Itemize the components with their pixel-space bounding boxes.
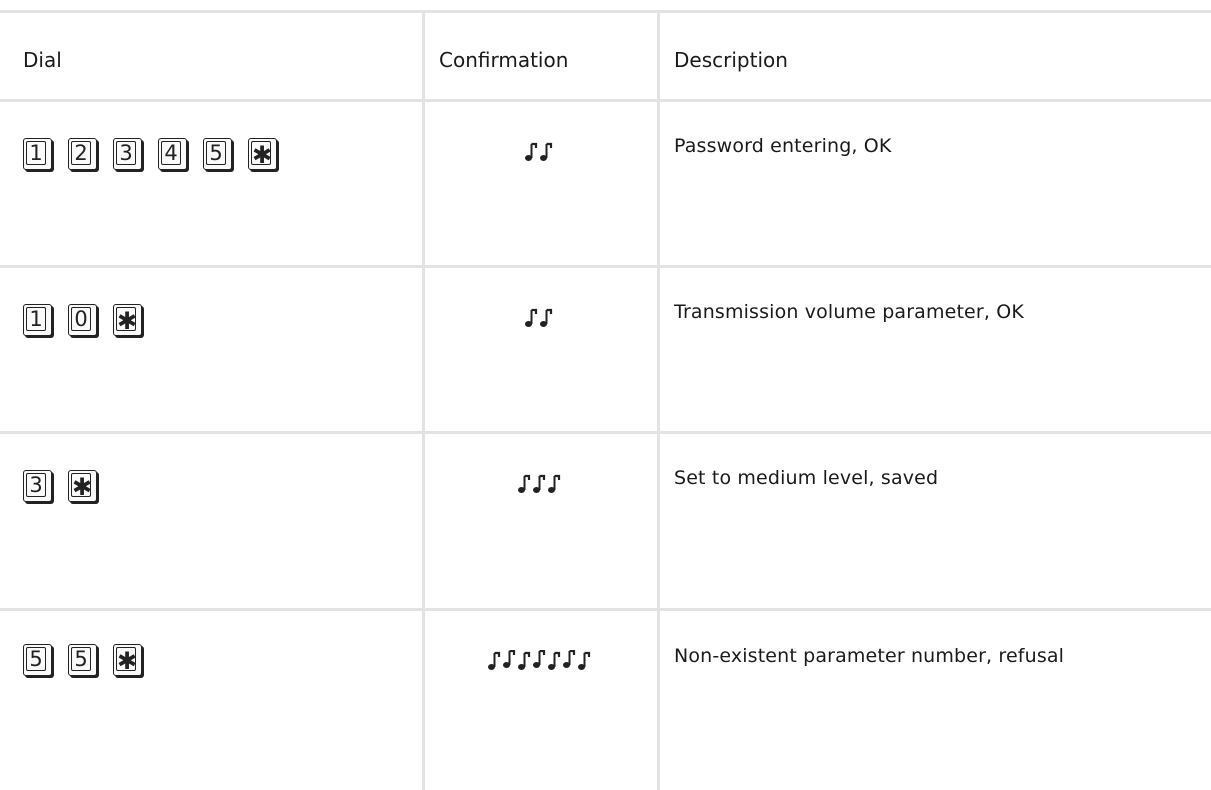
header-description: Description (674, 48, 788, 72)
keypad-key-icon: 5 (203, 138, 232, 170)
beep-notes-icon (487, 650, 590, 670)
note-mark (532, 474, 545, 493)
beep-notes-icon (525, 142, 553, 161)
note-mark (487, 651, 500, 670)
key-label: 1 (26, 141, 46, 165)
keypad-key-icon: ✱ (68, 470, 97, 502)
note-mark (547, 474, 560, 493)
dial-sequence: 5 5 ✱ (23, 644, 158, 682)
row-divider (0, 431, 1211, 434)
description-cell: Transmission volume parameter, OK (674, 301, 1024, 323)
key-label: 5 (26, 647, 46, 671)
dial-sequence: 1 2 3 4 5 ✱ (23, 138, 293, 176)
key-label: 3 (26, 473, 46, 497)
key-label: 2 (71, 141, 91, 165)
keypad-key-icon: 2 (68, 138, 97, 170)
dial-sequence: 1 0 ✱ (23, 304, 158, 342)
key-label: ✱ (71, 473, 93, 501)
description-cell: Non-existent parameter number, refusal (674, 645, 1065, 667)
column-divider (422, 12, 425, 790)
note-mark (525, 308, 538, 327)
note-mark (547, 651, 560, 670)
description-cell: Set to medium level, saved (674, 467, 939, 489)
beep-notes-icon (517, 474, 560, 493)
key-label: 4 (161, 141, 181, 165)
keypad-key-icon: ✱ (248, 138, 277, 170)
row-divider (0, 10, 1211, 13)
key-label: 1 (26, 307, 46, 331)
note-mark (577, 651, 590, 670)
beep-notes-icon (525, 308, 553, 327)
keypad-key-icon: 1 (23, 138, 52, 170)
keypad-key-icon: 5 (23, 644, 52, 676)
note-mark (532, 650, 545, 668)
key-label: ✱ (251, 141, 273, 169)
key-label: ✱ (116, 307, 138, 335)
keypad-key-icon: 3 (23, 470, 52, 502)
note-mark (517, 474, 530, 493)
note-mark (540, 142, 553, 161)
key-label: 5 (206, 141, 226, 165)
description-cell: Password entering, OK (674, 135, 892, 157)
note-mark (540, 308, 553, 327)
column-divider (657, 12, 660, 790)
keypad-key-icon: 1 (23, 304, 52, 336)
key-label: 0 (71, 307, 91, 331)
note-mark (502, 650, 515, 668)
keypad-key-icon: 4 (158, 138, 187, 170)
row-divider (0, 265, 1211, 268)
keypad-key-icon: ✱ (113, 644, 142, 676)
note-mark (562, 650, 575, 668)
keypad-key-icon: 3 (113, 138, 142, 170)
row-divider (0, 608, 1211, 611)
keypad-key-icon: ✱ (113, 304, 142, 336)
keypad-key-icon: 5 (68, 644, 97, 676)
header-confirmation: Confirmation (439, 48, 569, 72)
key-label: 5 (71, 647, 91, 671)
note-mark (517, 651, 530, 670)
key-label: 3 (116, 141, 136, 165)
dial-sequence: 3 ✱ (23, 470, 113, 508)
note-mark (525, 142, 538, 161)
keypad-key-icon: 0 (68, 304, 97, 336)
key-label: ✱ (116, 647, 138, 675)
row-divider (0, 99, 1211, 102)
header-dial: Dial (23, 48, 62, 72)
